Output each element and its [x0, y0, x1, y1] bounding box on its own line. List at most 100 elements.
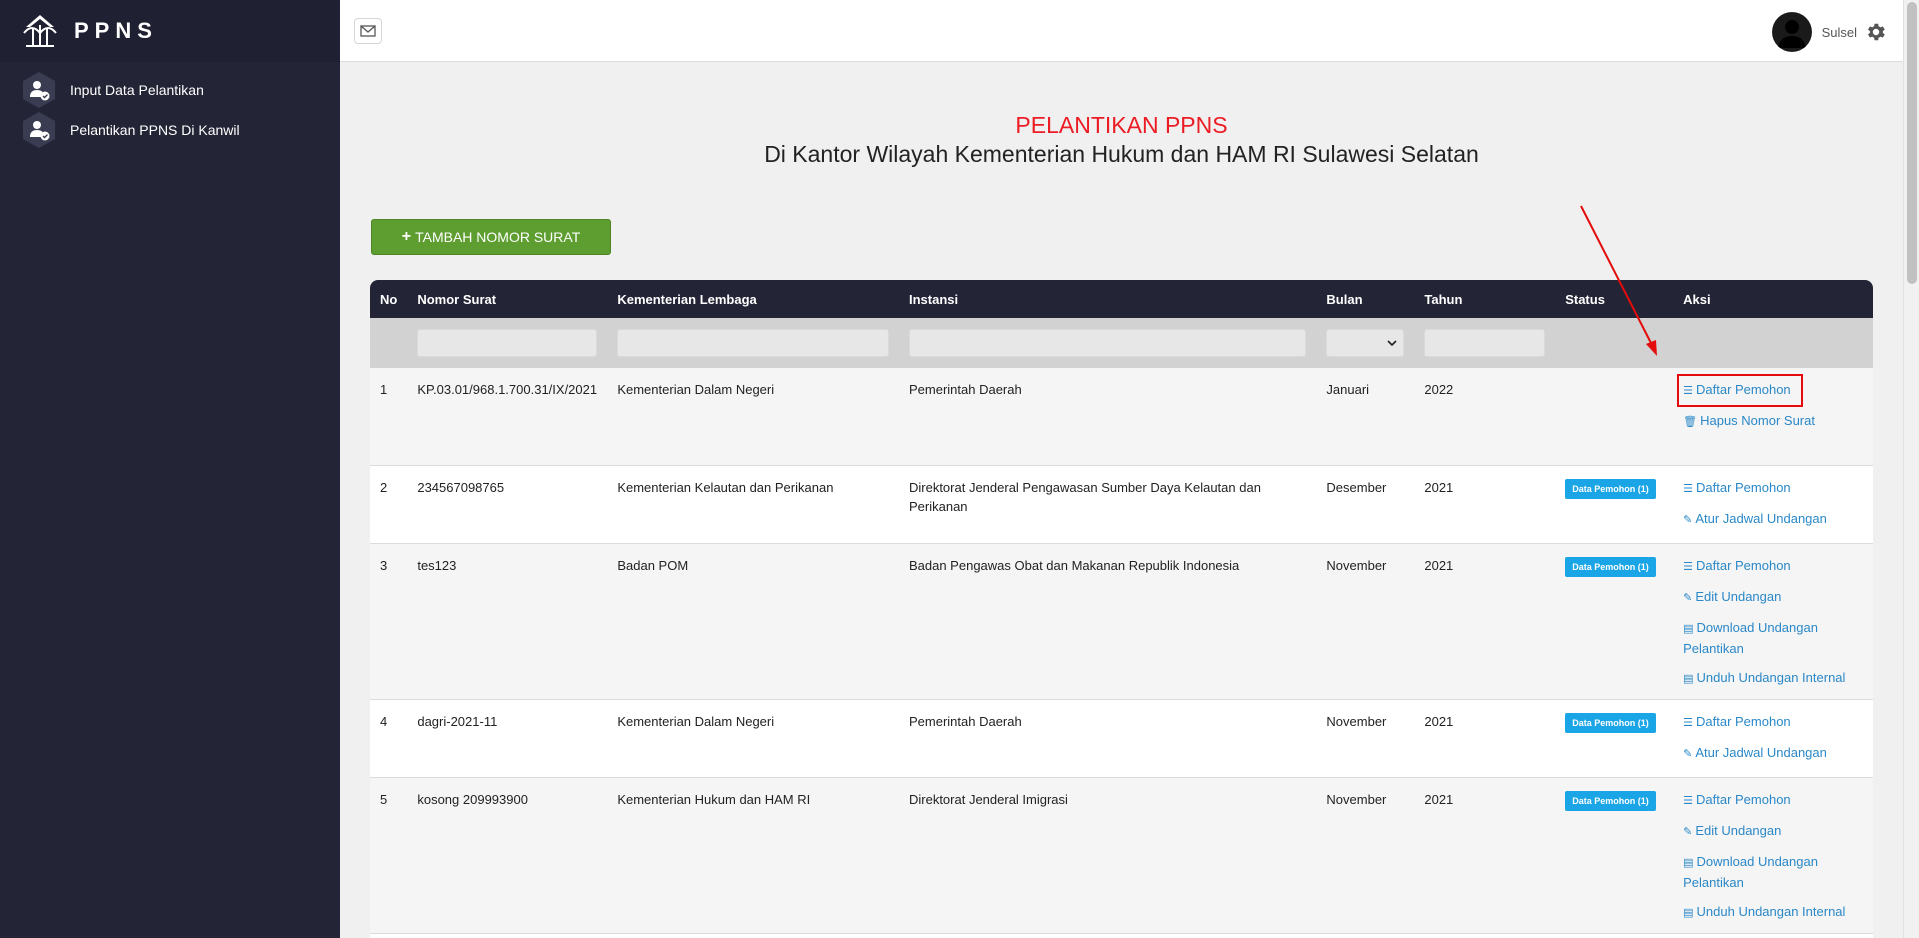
- topbar: Sulsel: [340, 0, 1903, 62]
- status-badge: Data Pemohon (1): [1565, 556, 1656, 577]
- page-title: PELANTIKAN PPNS: [1015, 112, 1228, 138]
- edit-undangan-link[interactable]: ✎ Edit Undangan: [1683, 821, 1863, 842]
- column-header[interactable]: Nomor Surat: [407, 280, 608, 318]
- status-badge: Data Pemohon (1): [1565, 790, 1656, 811]
- pencil-icon: ✎: [1683, 747, 1693, 760]
- sidebar-item-input-data-pelantikan[interactable]: Input Data Pelantikan: [0, 70, 340, 110]
- cell-no: 4: [370, 699, 408, 778]
- cell-kementerian: Kementerian Dalam Negeri: [607, 699, 899, 778]
- cell-status: Data Pemohon (1): [1555, 699, 1674, 778]
- table-row: 3 tes123 Badan POM Badan Pengawas Obat d…: [370, 543, 1873, 700]
- list-icon: ☰: [1683, 716, 1693, 729]
- page-scrollbar[interactable]: [1903, 0, 1919, 938]
- column-header[interactable]: No: [370, 280, 408, 318]
- cell-nomor-surat: tes123: [407, 543, 608, 700]
- cell-no: 3: [370, 543, 408, 700]
- daftar-pemohon-link[interactable]: ☰ Daftar Pemohon: [1683, 790, 1863, 811]
- brand-title: PPNS: [74, 18, 158, 43]
- file-icon: ▤: [1683, 672, 1694, 685]
- column-header[interactable]: Tahun: [1414, 280, 1556, 318]
- user-name: Sulsel: [1821, 24, 1857, 40]
- cell-instansi: Pemerintah Daerah: [898, 368, 1317, 466]
- envelope-icon: [360, 25, 376, 37]
- filter-kementerian-input[interactable]: [617, 329, 889, 357]
- column-header[interactable]: Bulan: [1316, 280, 1415, 318]
- brand[interactable]: PPNS: [0, 0, 340, 62]
- cell-no: 1: [370, 368, 408, 466]
- column-header[interactable]: Aksi: [1673, 280, 1873, 318]
- cell-kementerian: Kementerian Hukum dan HAM RI: [607, 777, 899, 934]
- column-header[interactable]: Status: [1555, 280, 1674, 318]
- cell-no: 5: [370, 777, 408, 934]
- column-header[interactable]: Kementerian Lembaga: [607, 280, 899, 318]
- table-row: 1 KP.03.01/968.1.700.31/IX/2021 Kementer…: [370, 368, 1873, 466]
- download-undangan-pelantikan-link[interactable]: ▤ Download Undangan Pelantikan: [1683, 618, 1863, 658]
- filter-cell: [1555, 318, 1674, 368]
- user-check-icon: [23, 112, 55, 148]
- filter-bulan-select[interactable]: [1326, 329, 1405, 357]
- mail-button[interactable]: [354, 18, 382, 44]
- cell-tahun: 2021: [1414, 543, 1556, 700]
- unduh-undangan-internal-link[interactable]: ▤ Unduh Undangan Internal: [1683, 668, 1863, 689]
- cell-aksi: ☰ Daftar Pemohon ✎ Edit Undangan ▤ Download…: [1673, 777, 1873, 934]
- filter-nomor-surat-input[interactable]: [417, 329, 598, 357]
- user-menu[interactable]: Sulsel: [1771, 12, 1887, 52]
- cell-instansi: Badan Pengawas Obat dan Makanan Republik…: [898, 543, 1317, 700]
- unduh-undangan-internal-link[interactable]: ▤ Unduh Undangan Internal: [1683, 902, 1863, 923]
- cell-bulan: November: [1316, 699, 1415, 778]
- hapus-nomor-surat-link[interactable]: 🗑 Hapus Nomor Surat: [1683, 411, 1863, 432]
- daftar-pemohon-link[interactable]: ☰ Daftar Pemohon: [1677, 374, 1803, 407]
- sidebar: PPNS Input Data Pelantikan Pelantikan PP…: [0, 0, 340, 938]
- file-icon: ▤: [1683, 906, 1694, 919]
- daftar-pemohon-link[interactable]: ☰ Daftar Pemohon: [1683, 712, 1863, 733]
- data-table: No Nomor Surat Kementerian Lembaga Insta…: [370, 280, 1873, 938]
- cell-bulan: Januari: [1316, 368, 1415, 466]
- user-check-icon: [23, 72, 55, 108]
- list-icon: ☰: [1683, 385, 1693, 397]
- status-badge: Data Pemohon (1): [1565, 478, 1656, 499]
- table-row: 4 dagri-2021-11 Kementerian Dalam Negeri…: [370, 699, 1873, 778]
- cell-nomor-surat: KP.03.01/968.1.700.31/IX/2021: [407, 368, 608, 466]
- cell-status: Data Pemohon (1): [1555, 777, 1674, 934]
- daftar-pemohon-link[interactable]: ☰ Daftar Pemohon: [1683, 556, 1863, 577]
- table-row: 2 234567098765 Kementerian Kelautan dan …: [370, 465, 1873, 544]
- add-nomor-surat-button[interactable]: + TAMBAH NOMOR SURAT: [371, 219, 611, 255]
- atur-jadwal-undangan-link[interactable]: ✎ Atur Jadwal Undangan: [1683, 743, 1863, 764]
- scrollbar-thumb[interactable]: [1907, 2, 1917, 284]
- cell-bulan: Desember: [1316, 465, 1415, 544]
- cell-status: Data Pemohon (1): [1555, 543, 1674, 700]
- atur-jadwal-undangan-link[interactable]: ✎ Atur Jadwal Undangan: [1683, 509, 1863, 530]
- pencil-icon: ✎: [1683, 591, 1693, 604]
- filter-cell: [1673, 318, 1873, 368]
- download-undangan-pelantikan-link[interactable]: ▤ Download Undangan Pelantikan: [1683, 852, 1863, 892]
- pencil-icon: ✎: [1683, 513, 1693, 526]
- sidebar-item-pelantikan-ppns-di-kanwil[interactable]: Pelantikan PPNS Di Kanwil: [0, 110, 340, 150]
- cell-aksi: ☰ Daftar Pemohon ✎ Edit Undangan ▤ Download…: [1673, 543, 1873, 700]
- column-header[interactable]: Instansi: [898, 280, 1317, 318]
- cell-tahun: 2022: [1414, 368, 1556, 466]
- cell-nomor-surat: 234567098765: [407, 465, 608, 544]
- avatar[interactable]: [1771, 12, 1812, 52]
- cell-status: [1555, 368, 1674, 466]
- main-content: Sulsel PELANTIKAN PPNS Di Kantor Wilayah…: [340, 0, 1903, 938]
- cell-instansi: Direktorat Jenderal Pengawasan Sumber Da…: [898, 465, 1317, 544]
- cell-no: 2: [370, 465, 408, 544]
- gear-icon[interactable]: [1865, 21, 1887, 43]
- list-icon: ☰: [1683, 560, 1693, 573]
- list-icon: ☰: [1683, 794, 1693, 807]
- cell-instansi: Pemerintah Daerah: [898, 699, 1317, 778]
- cell-nomor-surat: kosong 209993900: [407, 777, 608, 934]
- daftar-pemohon-link[interactable]: ☰ Daftar Pemohon: [1683, 478, 1863, 499]
- cell-instansi: Direktorat Jenderal Imigrasi: [898, 777, 1317, 934]
- file-icon: ▤: [1683, 622, 1694, 635]
- sidebar-item-label: Pelantikan PPNS Di Kanwil: [70, 122, 240, 138]
- table-row: 5 kosong 209993900 Kementerian Hukum dan…: [370, 777, 1873, 934]
- trash-icon: 🗑: [1683, 416, 1698, 428]
- list-icon: ☰: [1683, 482, 1693, 495]
- cell-tahun: 2021: [1414, 465, 1556, 544]
- edit-undangan-link[interactable]: ✎ Edit Undangan: [1683, 587, 1863, 608]
- pencil-icon: ✎: [1683, 825, 1693, 838]
- filter-tahun-input[interactable]: [1424, 329, 1546, 357]
- table-filter-row: [370, 318, 1873, 368]
- filter-instansi-input[interactable]: [908, 329, 1307, 357]
